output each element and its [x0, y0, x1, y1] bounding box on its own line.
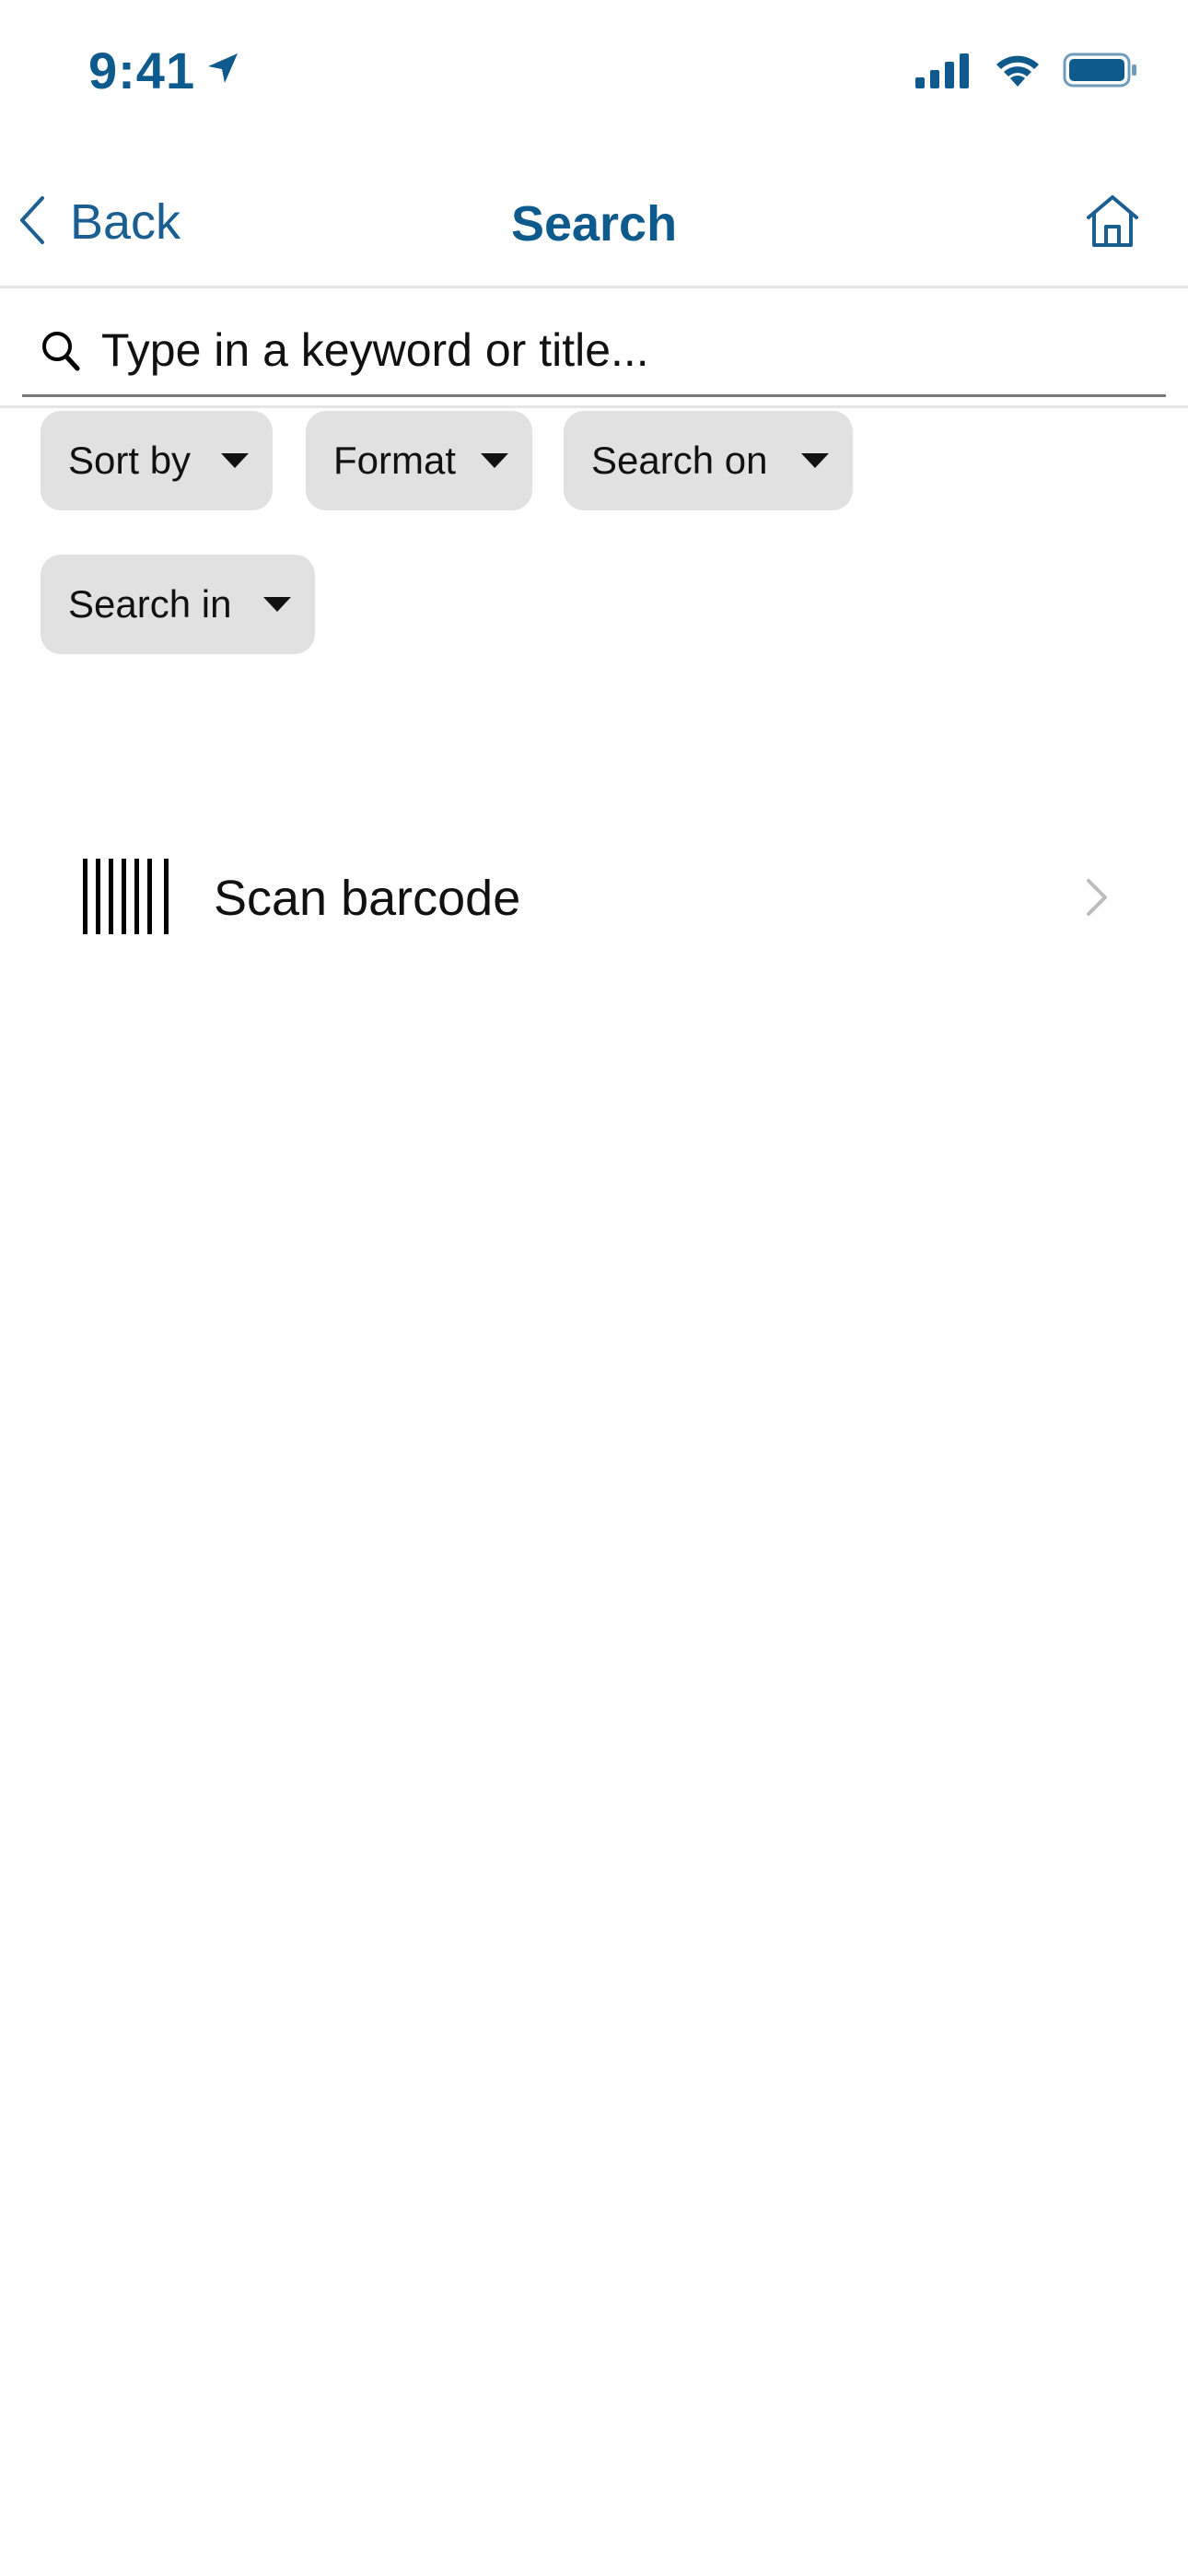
- status-bar: 9:41: [0, 0, 1188, 147]
- search-field[interactable]: [22, 308, 1166, 397]
- caret-down-icon: [481, 453, 508, 468]
- caret-down-icon: [801, 453, 829, 468]
- page-title: Search: [510, 196, 678, 252]
- scan-barcode-label: Scan barcode: [214, 871, 521, 926]
- location-arrow-icon: [204, 50, 241, 91]
- home-button[interactable]: [1083, 193, 1142, 253]
- search-in-label: Search in: [68, 582, 232, 626]
- wifi-icon: [993, 52, 1042, 93]
- search-icon: [41, 330, 81, 377]
- sort-by-dropdown[interactable]: Sort by: [41, 411, 273, 510]
- search-on-label: Search on: [591, 439, 768, 482]
- scan-barcode-row[interactable]: Scan barcode: [0, 829, 1188, 967]
- search-in-dropdown[interactable]: Search in: [41, 555, 315, 654]
- time-group: 9:41: [88, 41, 241, 100]
- caret-down-icon: [263, 597, 291, 612]
- home-icon: [1083, 195, 1142, 252]
- nav-bar: Back Search: [0, 147, 1188, 288]
- status-icons: [914, 52, 1138, 93]
- search-area: [0, 286, 1188, 408]
- chevron-right-icon: [1085, 877, 1109, 922]
- format-label: Format: [333, 439, 457, 482]
- sort-by-label: Sort by: [68, 439, 192, 482]
- status-time: 9:41: [88, 41, 196, 100]
- search-input[interactable]: [99, 317, 1153, 383]
- cellular-signal-icon: [914, 52, 973, 93]
- battery-icon: [1063, 52, 1138, 93]
- barcode-icon: [81, 857, 173, 941]
- caret-down-icon: [221, 453, 249, 468]
- search-on-dropdown[interactable]: Search on: [564, 411, 853, 510]
- format-dropdown[interactable]: Format: [306, 411, 532, 510]
